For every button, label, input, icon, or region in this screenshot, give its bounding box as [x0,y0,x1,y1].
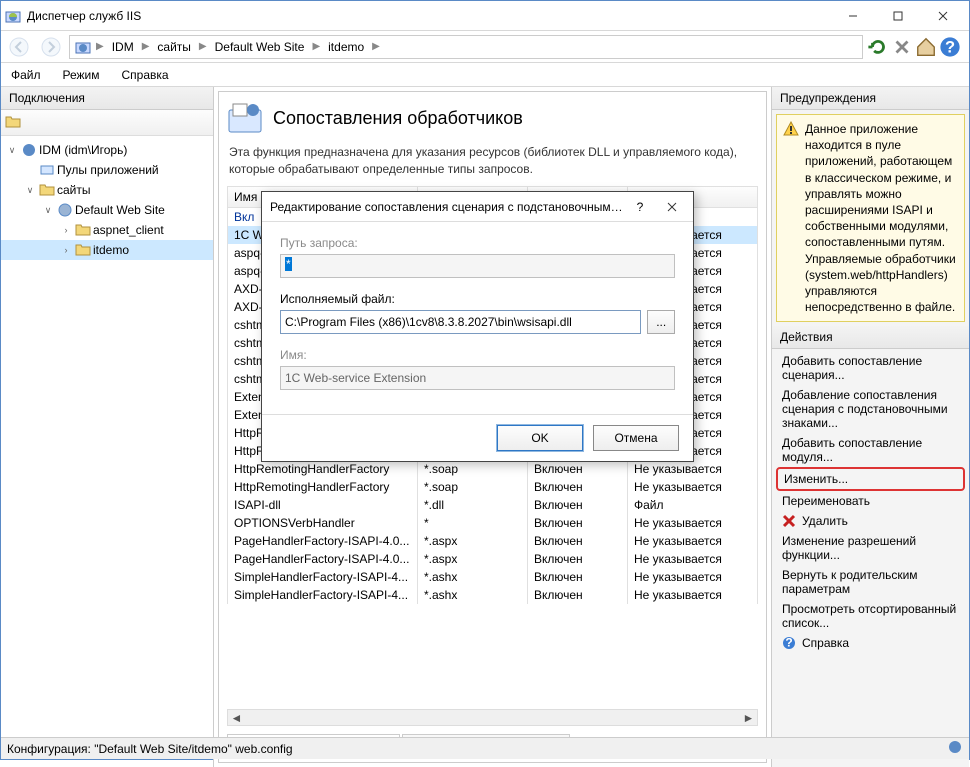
warnings-header: Предупреждения [772,87,969,110]
chevron-right-icon: ▶ [140,41,152,52]
name-input [280,366,675,390]
refresh-icon[interactable] [867,36,889,58]
folder-icon[interactable] [5,114,21,131]
page-description: Эта функция предназначена для указания р… [219,144,766,186]
nav-row: ▶ IDM ▶ сайты ▶ Default Web Site ▶ itdem… [1,31,969,63]
tree-app-pools[interactable]: Пулы приложений [1,160,213,180]
table-row[interactable]: HttpRemotingHandlerFactory*.soapВключенН… [228,478,758,496]
action-edit[interactable]: Изменить... [776,467,965,491]
action-rename[interactable]: Переименовать [776,491,965,511]
help-icon[interactable]: ? [939,36,961,58]
menu-help[interactable]: Справка [118,66,173,84]
table-row[interactable]: PageHandlerFactory-ISAPI-4.0...*.aspxВкл… [228,532,758,550]
action-permissions[interactable]: Изменение разрешений функции... [776,531,965,565]
titlebar: Диспетчер служб IIS [1,1,969,31]
table-row[interactable]: OPTIONSVerbHandler*ВключенНе указывается [228,514,758,532]
statusbar: Конфигурация: "Default Web Site/itdemo" … [1,737,969,759]
forward-button[interactable] [37,35,65,59]
cancel-button[interactable]: Отмена [593,425,679,451]
table-row[interactable]: ISAPI-dll*.dllВключенФайл [228,496,758,514]
status-text: Конфигурация: "Default Web Site/itdemo" … [7,742,293,756]
menu-file[interactable]: Файл [7,66,45,84]
actions-panel: Предупреждения Данное приложение находит… [771,87,969,767]
app-icon [5,8,21,24]
chevron-right-icon: ▶ [94,41,106,52]
dialog-close-button[interactable] [659,196,685,218]
table-row[interactable]: SimpleHandlerFactory-ISAPI-4...*.ashxВкл… [228,586,758,604]
handlers-icon [227,100,263,136]
action-add-wildcard[interactable]: Добавление сопоставления сценария с подс… [776,385,965,433]
tree-aspnet[interactable]: ›aspnet_client [1,220,213,240]
scroll-left-icon[interactable]: ◄ [228,710,245,725]
request-path-label: Путь запроса: [280,236,675,250]
horizontal-scrollbar[interactable]: ◄ ► [227,709,758,726]
help-icon: ? [782,636,796,650]
svg-text:?: ? [637,201,644,213]
close-button[interactable] [920,2,965,30]
chevron-right-icon: ▶ [310,41,322,52]
executable-label: Исполняемый файл: [280,292,675,306]
table-row[interactable]: PageHandlerFactory-ISAPI-4.0...*.aspxВкл… [228,550,758,568]
tree-server[interactable]: ∨IDM (idm\Игорь) [1,140,213,160]
action-add-mapping[interactable]: Добавить сопоставление сценария... [776,351,965,385]
breadcrumb-item[interactable]: itdemo [324,38,368,56]
executable-input[interactable] [280,310,641,334]
menubar: Файл Режим Справка [1,63,969,87]
status-icon [947,739,963,758]
minimize-button[interactable] [830,2,875,30]
name-label: Имя: [280,348,675,362]
ok-button[interactable]: OK [497,425,583,451]
warning-icon [783,121,799,137]
actions-header: Действия [772,326,969,349]
browse-button[interactable]: ... [647,310,675,334]
table-row[interactable]: HttpRemotingHandlerFactory*.soapВключенН… [228,460,758,478]
menu-mode[interactable]: Режим [59,66,104,84]
warning-box: Данное приложение находится в пуле прило… [776,114,965,322]
action-help[interactable]: ?Справка [776,633,965,653]
chevron-right-icon: ▶ [197,41,209,52]
action-add-module[interactable]: Добавить сопоставление модуля... [776,433,965,467]
connections-tree[interactable]: ∨IDM (idm\Игорь) Пулы приложений ∨сайты … [1,136,213,767]
panel-header: Подключения [1,87,213,110]
table-row[interactable]: SimpleHandlerFactory-ISAPI-4...*.ashxВкл… [228,568,758,586]
delete-icon [782,514,796,528]
connections-toolbar [1,110,213,136]
maximize-button[interactable] [875,2,920,30]
breadcrumb-item[interactable]: Default Web Site [211,38,309,56]
action-sorted-list[interactable]: Просмотреть отсортированный список... [776,599,965,633]
tree-itdemo[interactable]: ›itdemo [1,240,213,260]
edit-handler-dialog: Редактирование сопоставления сценария с … [261,191,694,462]
home-icon[interactable] [915,36,937,58]
breadcrumb-item[interactable]: сайты [153,38,195,56]
chevron-right-icon: ▶ [370,41,382,52]
connections-panel: Подключения ∨IDM (idm\Игорь) Пулы прилож… [1,87,214,767]
request-path-input: * [280,254,675,278]
window-title: Диспетчер служб IIS [27,9,830,23]
action-revert-parent[interactable]: Вернуть к родительским параметрам [776,565,965,599]
back-button[interactable] [5,35,33,59]
page-title: Сопоставления обработчиков [273,108,523,129]
home-icon[interactable] [74,38,92,56]
tree-default-site[interactable]: ∨Default Web Site [1,200,213,220]
dialog-title: Редактирование сопоставления сценария с … [270,200,627,214]
dialog-help-button[interactable]: ? [627,196,653,218]
stop-icon[interactable] [891,36,913,58]
action-delete[interactable]: Удалить [776,511,965,531]
scroll-right-icon[interactable]: ► [740,710,757,725]
breadcrumb-item[interactable]: IDM [108,38,138,56]
breadcrumb[interactable]: ▶ IDM ▶ сайты ▶ Default Web Site ▶ itdem… [69,35,863,59]
dialog-titlebar[interactable]: Редактирование сопоставления сценария с … [262,192,693,222]
tree-sites[interactable]: ∨сайты [1,180,213,200]
warning-text: Данное приложение находится в пуле прило… [805,121,958,315]
svg-text:?: ? [785,636,792,650]
svg-text:?: ? [945,38,955,56]
